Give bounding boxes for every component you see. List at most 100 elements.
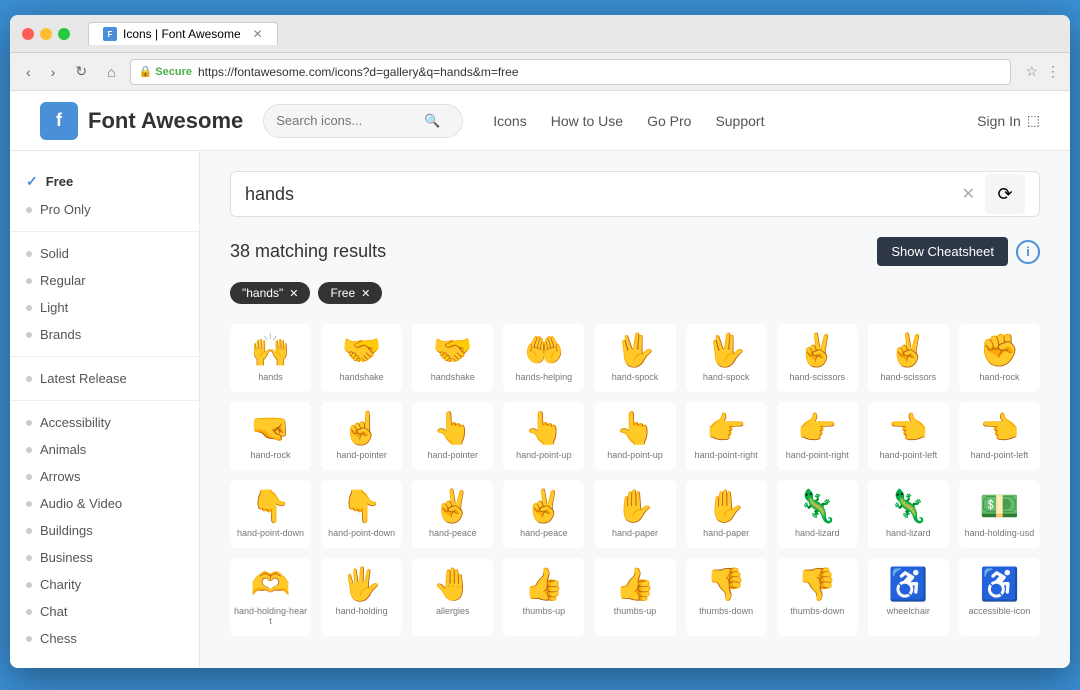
nav-support[interactable]: Support [715,113,764,129]
icon-item[interactable]: 👎thumbs-down [686,558,767,636]
icon-item[interactable]: 🖐hand-holding [321,558,402,636]
icon-glyph: ✌ [888,334,928,366]
dot-icon [26,376,32,382]
nav-icons[interactable]: Icons [493,113,526,129]
tag-free-close[interactable]: ✕ [361,287,370,300]
address-bar[interactable]: 🔒 Secure https://fontawesome.com/icons?d… [130,59,1012,85]
icon-item[interactable]: ✌hand-peace [503,480,584,548]
maximize-window-btn[interactable] [58,28,70,40]
info-btn[interactable]: i [1016,240,1040,264]
back-btn[interactable]: ‹ [20,60,37,84]
show-cheatsheet-btn[interactable]: Show Cheatsheet [877,237,1008,266]
tag-free[interactable]: Free ✕ [318,282,382,304]
icon-item[interactable]: 👉hand-point-right [686,402,767,470]
icon-item[interactable]: 👎thumbs-down [777,558,858,636]
sidebar-item-animals[interactable]: Animals [10,436,199,463]
reload-btn[interactable]: ↻ [69,59,93,84]
minimize-window-btn[interactable] [40,28,52,40]
icon-item[interactable]: ☝hand-pointer [321,402,402,470]
sidebar-item-latest-release[interactable]: Latest Release [10,365,199,392]
icon-item[interactable]: ✌hand-peace [412,480,493,548]
logo[interactable]: f Font Awesome [40,102,243,140]
sidebar-item-audio-video[interactable]: Audio & Video [10,490,199,517]
nav-how-to-use[interactable]: How to Use [551,113,623,129]
sidebar-item-chat[interactable]: Chat [10,598,199,625]
clear-search-btn[interactable]: ✕ [962,184,975,204]
header-search-input[interactable] [276,113,416,128]
icon-item[interactable]: 👍thumbs-up [503,558,584,636]
icon-item[interactable]: ✋hand-paper [594,480,675,548]
sidebar-item-solid[interactable]: Solid [10,240,199,267]
icon-item[interactable]: 👇hand-point-down [230,480,311,548]
icon-item[interactable]: ✋hand-paper [686,480,767,548]
icon-item[interactable]: 🤝handshake [321,324,402,392]
icon-item[interactable]: ♿wheelchair [868,558,949,636]
sidebar-item-light[interactable]: Light [10,294,199,321]
icon-item[interactable]: 🖖hand-spock [686,324,767,392]
icon-label: accessible-icon [969,606,1031,616]
icon-item[interactable]: ♿accessible-icon [959,558,1040,636]
header-search-bar[interactable]: 🔍 [263,104,463,138]
sidebar-item-chess[interactable]: Chess [10,625,199,652]
search-input[interactable] [245,184,962,205]
browser-tab[interactable]: F Icons | Font Awesome ✕ [88,22,278,45]
icon-label: hand-paper [703,528,749,538]
icon-item[interactable]: 🦎hand-lizard [777,480,858,548]
icon-item[interactable]: 👆hand-point-up [594,402,675,470]
icon-item[interactable]: 👆hand-point-up [503,402,584,470]
sidebar-item-business[interactable]: Business [10,544,199,571]
sidebar-item-free[interactable]: ✓ Free [10,167,199,196]
sidebar-brands-label: Brands [40,327,81,342]
icon-label: wheelchair [887,606,930,616]
icon-item[interactable]: 🤝handshake [412,324,493,392]
sign-in-btn[interactable]: Sign In ⬚ [977,112,1040,129]
icon-item[interactable]: 👆hand-pointer [412,402,493,470]
sidebar-item-brands[interactable]: Brands [10,321,199,348]
icon-item[interactable]: 👈hand-point-left [959,402,1040,470]
icon-item[interactable]: 🙌hands [230,324,311,392]
icon-item[interactable]: 🤲hands-helping [503,324,584,392]
home-btn[interactable]: ⌂ [101,60,121,84]
bookmark-btn[interactable]: ☆ [1025,63,1038,80]
sidebar-item-pro-only[interactable]: Pro Only [10,196,199,223]
icon-label: hand-spock [612,372,659,382]
dot-icon [26,305,32,311]
sidebar-item-buildings[interactable]: Buildings [10,517,199,544]
tag-hands-close[interactable]: ✕ [289,287,298,300]
sidebar-item-charity[interactable]: Charity [10,571,199,598]
icon-item[interactable]: 👍thumbs-up [594,558,675,636]
icon-item[interactable]: 👈hand-point-left [868,402,949,470]
dot-icon [26,332,32,338]
browser-toolbar: ‹ › ↻ ⌂ 🔒 Secure https://fontawesome.com… [10,53,1070,91]
icon-item[interactable]: 🖖hand-spock [594,324,675,392]
sidebar-item-regular[interactable]: Regular [10,267,199,294]
sidebar-pro-label: Pro Only [40,202,91,217]
icon-glyph: 💵 [980,490,1020,522]
browser-menu-btn[interactable]: ⋮ [1046,63,1060,80]
icon-item[interactable]: ✌hand-scissors [868,324,949,392]
icon-label: hands [258,372,283,382]
icon-item[interactable]: 🤜hand-rock [230,402,311,470]
nav-go-pro[interactable]: Go Pro [647,113,691,129]
icon-glyph: ✌ [433,490,473,522]
icon-item[interactable]: 🫶hand-holding-heart [230,558,311,636]
sidebar-buildings-label: Buildings [40,523,93,538]
icon-item[interactable]: 🤚allergies [412,558,493,636]
tag-hands[interactable]: "hands" ✕ [230,282,310,304]
sidebar-item-arrows[interactable]: Arrows [10,463,199,490]
tab-title: Icons | Font Awesome [123,27,241,41]
icon-item[interactable]: 💵hand-holding-usd [959,480,1040,548]
forward-btn[interactable]: › [45,60,62,84]
search-input-area[interactable]: ✕ ⟳ [230,171,1040,217]
close-window-btn[interactable] [22,28,34,40]
logo-text: Font Awesome [88,108,243,134]
tab-close-btn[interactable]: ✕ [253,27,263,41]
icon-item[interactable]: 🦎hand-lizard [868,480,949,548]
ai-icon: ⟳ [985,174,1025,214]
sidebar-item-accessibility[interactable]: Accessibility [10,409,199,436]
icon-item[interactable]: ✊hand-rock [959,324,1040,392]
icon-item[interactable]: 👉hand-point-right [777,402,858,470]
tab-favicon: F [103,27,117,41]
icon-item[interactable]: 👇hand-point-down [321,480,402,548]
icon-item[interactable]: ✌hand-scissors [777,324,858,392]
